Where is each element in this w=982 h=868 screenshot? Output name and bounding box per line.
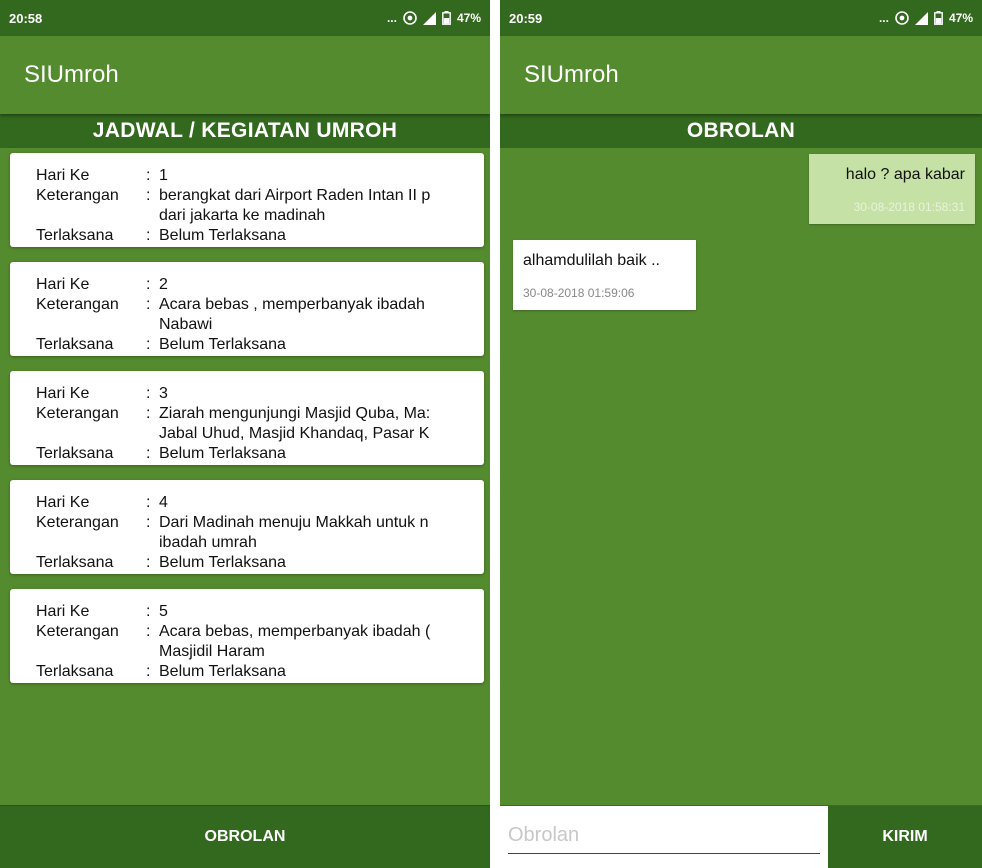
schedule-card[interactable]: Hari Ke:3 Keterangan: Ziarah mengunjungi … (10, 371, 484, 465)
chat-screen: 20:59 ... 47% SIUmroh OBROLAN halo ? apa… (500, 0, 982, 868)
schedule-list[interactable]: Hari Ke:1 Keterangan: berangkat dari Airp… (0, 148, 490, 683)
done-value: Belum Terlaksana (159, 663, 286, 680)
schedule-card[interactable]: Hari Ke:5 Keterangan: Acara bebas, memper… (10, 589, 484, 683)
description-line-1: Dari Madinah menuju Makkah untuk n (159, 514, 429, 531)
description-line-2: Jabal Uhud, Masjid Khandaq, Pasar K (159, 425, 430, 442)
separator: : (146, 385, 151, 402)
separator: : (146, 554, 151, 571)
done-value: Belum Terlaksana (159, 336, 286, 353)
schedule-card[interactable]: Hari Ke:4 Keterangan: Dari Madinah menuju… (10, 480, 484, 574)
separator: : (146, 494, 151, 511)
battery-percent: 47% (456, 11, 481, 25)
signal-icon (914, 11, 928, 25)
description-line-1: Acara bebas , memperbanyak ibadah (159, 296, 425, 313)
done-label: Terlaksana (36, 336, 114, 353)
section-title: JADWAL / KEGIATAN UMROH (0, 114, 490, 148)
description-line-1: Ziarah mengunjungi Masjid Quba, Ma: (159, 405, 431, 422)
day-value: 1 (159, 167, 168, 184)
status-time: 20:59 (509, 10, 543, 26)
done-label: Terlaksana (36, 445, 114, 462)
app-title: SIUmroh (0, 36, 490, 114)
day-label: Hari Ke (36, 276, 90, 293)
description-label: Keterangan (36, 514, 119, 531)
wifi-icon (895, 11, 909, 25)
separator: : (146, 167, 151, 184)
done-value: Belum Terlaksana (159, 227, 286, 244)
done-label: Terlaksana (36, 227, 114, 244)
description-line-1: Acara bebas, memperbanyak ibadah ( (159, 623, 431, 640)
incoming-message[interactable]: alhamdulilah baik .. 30-08-2018 01:59:06 (513, 240, 696, 310)
description-line-2: Nabawi (159, 316, 213, 333)
day-value: 5 (159, 603, 168, 620)
done-value: Belum Terlaksana (159, 554, 286, 571)
separator: : (146, 336, 151, 353)
separator: : (146, 514, 151, 531)
wifi-icon (403, 11, 417, 25)
separator: : (146, 405, 151, 422)
separator: : (146, 227, 151, 244)
message-composer: KIRIM (500, 805, 982, 868)
message-time: 30-08-2018 01:58:31 (853, 200, 965, 214)
day-label: Hari Ke (36, 167, 90, 184)
day-label: Hari Ke (36, 494, 90, 511)
battery-icon (442, 11, 451, 25)
schedule-screen: 20:58 ... 47% SIUmroh JADWAL / KEGIATAN … (0, 0, 490, 868)
signal-icon (422, 11, 436, 25)
status-dots: ... (386, 11, 397, 25)
description-line-2: Masjidil Haram (159, 643, 265, 660)
schedule-card[interactable]: Hari Ke:1 Keterangan: berangkat dari Airp… (10, 153, 484, 247)
battery-percent: 47% (948, 11, 973, 25)
description-label: Keterangan (36, 187, 119, 204)
message-text: alhamdulilah baik .. (523, 252, 660, 269)
message-text: halo ? apa kabar (845, 166, 965, 183)
battery-icon (934, 11, 943, 25)
app-title: SIUmroh (500, 36, 982, 114)
send-button[interactable]: KIRIM (828, 806, 982, 868)
description-line-2: dari jakarta ke madinah (159, 207, 326, 224)
message-input[interactable] (508, 824, 820, 854)
day-label: Hari Ke (36, 603, 90, 620)
outgoing-message[interactable]: halo ? apa kabar 30-08-2018 01:58:31 (809, 154, 975, 224)
description-label: Keterangan (36, 405, 119, 422)
separator: : (146, 603, 151, 620)
separator: : (146, 663, 151, 680)
done-value: Belum Terlaksana (159, 445, 286, 462)
status-bar: 20:58 ... 47% (0, 0, 490, 36)
done-label: Terlaksana (36, 554, 114, 571)
status-time: 20:58 (9, 10, 43, 26)
separator: : (146, 187, 151, 204)
description-label: Keterangan (36, 623, 119, 640)
section-title: OBROLAN (500, 114, 982, 148)
separator: : (146, 296, 151, 313)
done-label: Terlaksana (36, 663, 114, 680)
screen-divider (490, 0, 500, 868)
day-value: 3 (159, 385, 168, 402)
separator: : (146, 445, 151, 462)
description-line-1: berangkat dari Airport Raden Intan II p (159, 187, 431, 204)
status-dots: ... (878, 11, 889, 25)
separator: : (146, 623, 151, 640)
day-value: 4 (159, 494, 168, 511)
chat-button[interactable]: OBROLAN (0, 805, 490, 868)
chat-area[interactable]: halo ? apa kabar 30-08-2018 01:58:31 alh… (500, 148, 982, 806)
day-label: Hari Ke (36, 385, 90, 402)
day-value: 2 (159, 276, 168, 293)
separator: : (146, 276, 151, 293)
description-line-2: ibadah umrah (159, 534, 257, 551)
message-time: 30-08-2018 01:59:06 (523, 286, 635, 300)
schedule-card[interactable]: Hari Ke:2 Keterangan: Acara bebas , mempe… (10, 262, 484, 356)
description-label: Keterangan (36, 296, 119, 313)
status-bar: 20:59 ... 47% (500, 0, 982, 36)
